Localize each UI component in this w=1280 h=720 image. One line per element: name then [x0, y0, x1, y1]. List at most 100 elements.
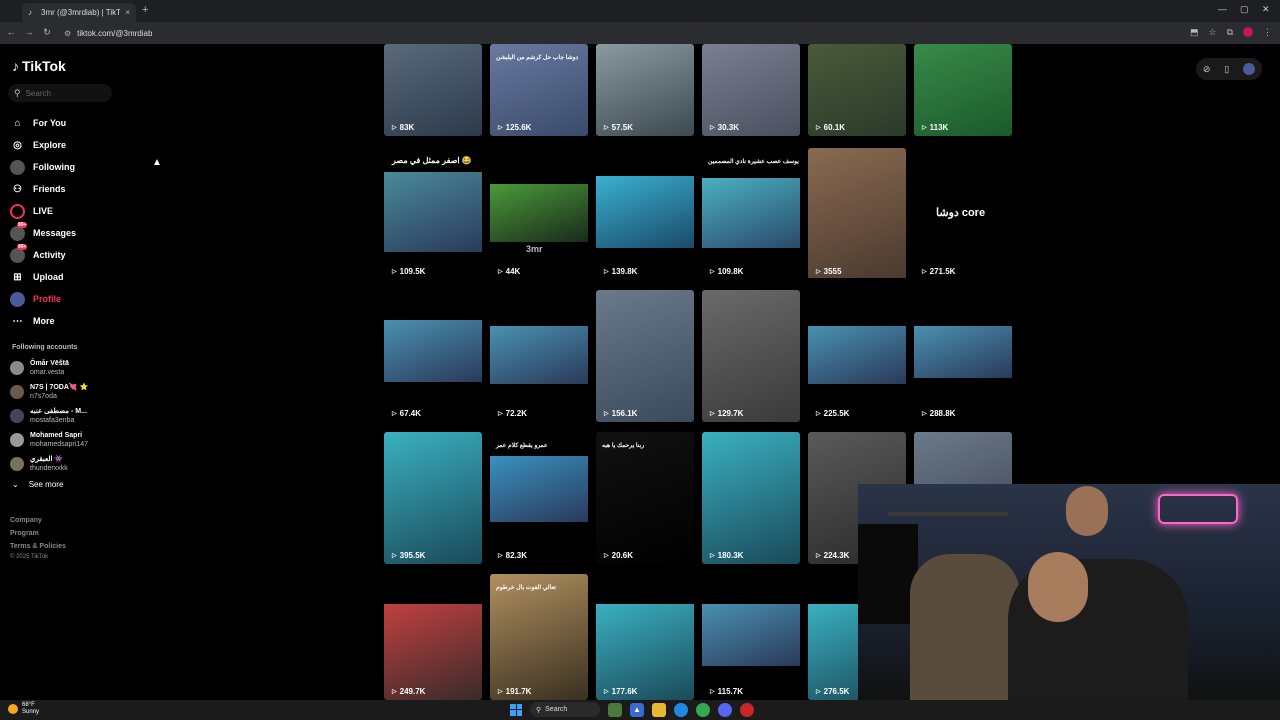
view-count-text: 115.7K: [717, 687, 743, 696]
video-item[interactable]: ▷ 67.4K: [384, 290, 482, 422]
video-item[interactable]: ▷ 83K: [384, 44, 482, 136]
bookmark-star-icon[interactable]: ☆: [1208, 27, 1216, 38]
close-window-button[interactable]: ✕: [1262, 4, 1270, 15]
search-input[interactable]: ⚲ Search: [8, 84, 112, 102]
nav-label: Following: [33, 162, 75, 172]
video-thumbnail: [808, 148, 906, 278]
minimize-button[interactable]: —: [1218, 4, 1227, 14]
file-explorer-icon[interactable]: [652, 702, 666, 717]
back-icon[interactable]: ←: [2, 27, 20, 37]
url-field[interactable]: ⚙ tiktok.com/@3mrdiab: [58, 25, 1178, 41]
nav-item-friends[interactable]: ⚇ Friends: [10, 178, 76, 200]
nav-item-upload[interactable]: ⊞ Upload: [10, 266, 76, 288]
nav-item-for-you[interactable]: ⌂ For You: [10, 112, 76, 134]
view-count-text: 30.3K: [717, 123, 739, 132]
chrome-icon[interactable]: [696, 702, 710, 717]
windows-start-icon[interactable]: [510, 703, 522, 716]
nav-item-explore[interactable]: ◎ Explore: [10, 134, 76, 156]
video-item[interactable]: دوشا core ▷ 271.5K: [914, 148, 1012, 280]
menu-icon[interactable]: ⋮: [1263, 27, 1272, 38]
video-item[interactable]: ▷ 249.7K: [384, 574, 482, 700]
profile-avatar-icon[interactable]: [1243, 27, 1253, 37]
account-name: Mohamed Sapri: [30, 432, 83, 439]
video-item[interactable]: 3mr ▷ 44K: [490, 148, 588, 280]
video-item[interactable]: يوسف عصب عشيرة نادي المصممين ▷ 109.8K: [702, 148, 800, 280]
tiktok-logo[interactable]: ♪ TikTok: [12, 58, 66, 74]
mouse-cursor-icon: ▲: [152, 157, 162, 168]
more-icon: ⋯: [12, 315, 23, 327]
search-icon: ⚲: [536, 706, 542, 714]
edge-icon[interactable]: [674, 702, 688, 717]
video-item[interactable]: ▷ 156.1K: [596, 290, 694, 422]
nav-item-more[interactable]: ⋯ More: [10, 310, 76, 332]
account-item[interactable]: Ōmår Vēštā omar.vesta: [10, 356, 88, 380]
view-count: ▷ 67.4K: [392, 409, 421, 418]
video-item[interactable]: ▷ 115.7K: [702, 574, 800, 700]
video-item[interactable]: ▷ 129.7K: [702, 290, 800, 422]
video-item[interactable]: ▷ 288.8K: [914, 290, 1012, 422]
video-item[interactable]: ▷ 113K: [914, 44, 1012, 136]
compass-icon[interactable]: ⊘: [1203, 64, 1211, 75]
play-icon: ▷: [392, 411, 397, 417]
view-count-text: 125.6K: [505, 123, 532, 132]
shelf-shape: [888, 512, 1008, 516]
video-item[interactable]: ▷ 225.5K: [808, 290, 906, 422]
site-info-icon[interactable]: ⚙: [64, 29, 71, 38]
install-icon[interactable]: ⬒: [1190, 27, 1199, 38]
account-name: مصطفى عنبه - M...: [30, 408, 87, 415]
play-icon: ▷: [604, 689, 609, 695]
video-item[interactable]: ▷ 60.1K: [808, 44, 906, 136]
account-item[interactable]: Mohamed Sapri mohamedsapri147: [10, 428, 88, 452]
view-count: ▷ 177.6K: [604, 687, 637, 696]
account-item[interactable]: العبقري 👾 thunderxxkk: [10, 452, 88, 476]
avatar: [10, 409, 24, 423]
play-icon: ▷: [498, 125, 503, 131]
video-item[interactable]: ▷ 180.3K: [702, 432, 800, 564]
nav-item-profile[interactable]: Profile: [10, 288, 76, 310]
video-item[interactable]: ▷ 139.8K: [596, 148, 694, 280]
device-icon[interactable]: ▯: [1224, 64, 1229, 75]
weather-widget[interactable]: 68°F Sunny: [8, 702, 39, 716]
user-avatar[interactable]: [1243, 63, 1256, 75]
footer-company-link[interactable]: Company: [10, 514, 66, 527]
profile-icon: [10, 291, 25, 307]
address-bar: ← → ↻ ⚙ tiktok.com/@3mrdiab ⬒ ☆ ⧉ ⋮: [0, 22, 1280, 44]
forward-icon[interactable]: →: [20, 27, 38, 37]
discord-icon[interactable]: [718, 702, 732, 717]
nav-item-following[interactable]: Following: [10, 156, 76, 178]
nav-item-live[interactable]: LIVE: [10, 200, 76, 222]
play-icon: ▷: [392, 689, 397, 695]
footer-program-link[interactable]: Program: [10, 527, 66, 540]
video-item[interactable]: ▷ 57.5K: [596, 44, 694, 136]
nav-item-activity[interactable]: Activity: [10, 243, 76, 266]
video-item[interactable]: تعالي الفوت بال خرطوم ▷ 191.7K: [490, 574, 588, 700]
extensions-icon[interactable]: ⧉: [1227, 27, 1233, 38]
video-item[interactable]: اصفر ممثل في مصر 😂 ▷ 109.5K: [384, 148, 482, 280]
view-count: ▷ 57.5K: [604, 123, 633, 132]
widgets-icon[interactable]: [608, 702, 622, 717]
play-icon: ▷: [816, 125, 821, 131]
footer-terms-link[interactable]: Terms & Policies: [10, 540, 66, 553]
maximize-button[interactable]: ▢: [1240, 4, 1249, 15]
video-item[interactable]: ربنا يرحمك يا هبه ▷ 20.6K: [596, 432, 694, 564]
weather-temp: 68°F: [22, 702, 35, 708]
account-item[interactable]: مصطفى عنبه - M... mostafa3enba: [10, 404, 88, 428]
photos-icon[interactable]: ▲: [630, 702, 644, 717]
browser-tab[interactable]: ♪ 3mr (@3mrdiab) | TikTok ×: [22, 3, 136, 22]
nav-item-messages[interactable]: Messages: [10, 221, 76, 244]
video-item[interactable]: ▷ 72.2K: [490, 290, 588, 422]
video-item[interactable]: دوشا جاب حل كرشم من البلبشن ▷ 125.6K: [490, 44, 588, 136]
tab-close-icon[interactable]: ×: [125, 8, 130, 17]
app-icon[interactable]: [740, 702, 754, 717]
reload-icon[interactable]: ↻: [38, 27, 56, 38]
video-item[interactable]: ▷ 30.3K: [702, 44, 800, 136]
video-item[interactable]: ▷ 177.6K: [596, 574, 694, 700]
video-item[interactable]: ▷ 3555: [808, 148, 906, 280]
video-item[interactable]: ▷ 395.5K: [384, 432, 482, 564]
taskbar-search[interactable]: ⚲ Search: [530, 702, 600, 717]
new-tab-button[interactable]: +: [142, 4, 148, 16]
account-item[interactable]: N7S | 7ODA💘 ⭐ n7s7oda: [10, 380, 88, 404]
play-icon: ▷: [922, 269, 927, 275]
video-item[interactable]: عمرو يقطع كلام عمر ▷ 82.3K: [490, 432, 588, 564]
see-more-button[interactable]: ⌄ See more: [12, 480, 63, 489]
